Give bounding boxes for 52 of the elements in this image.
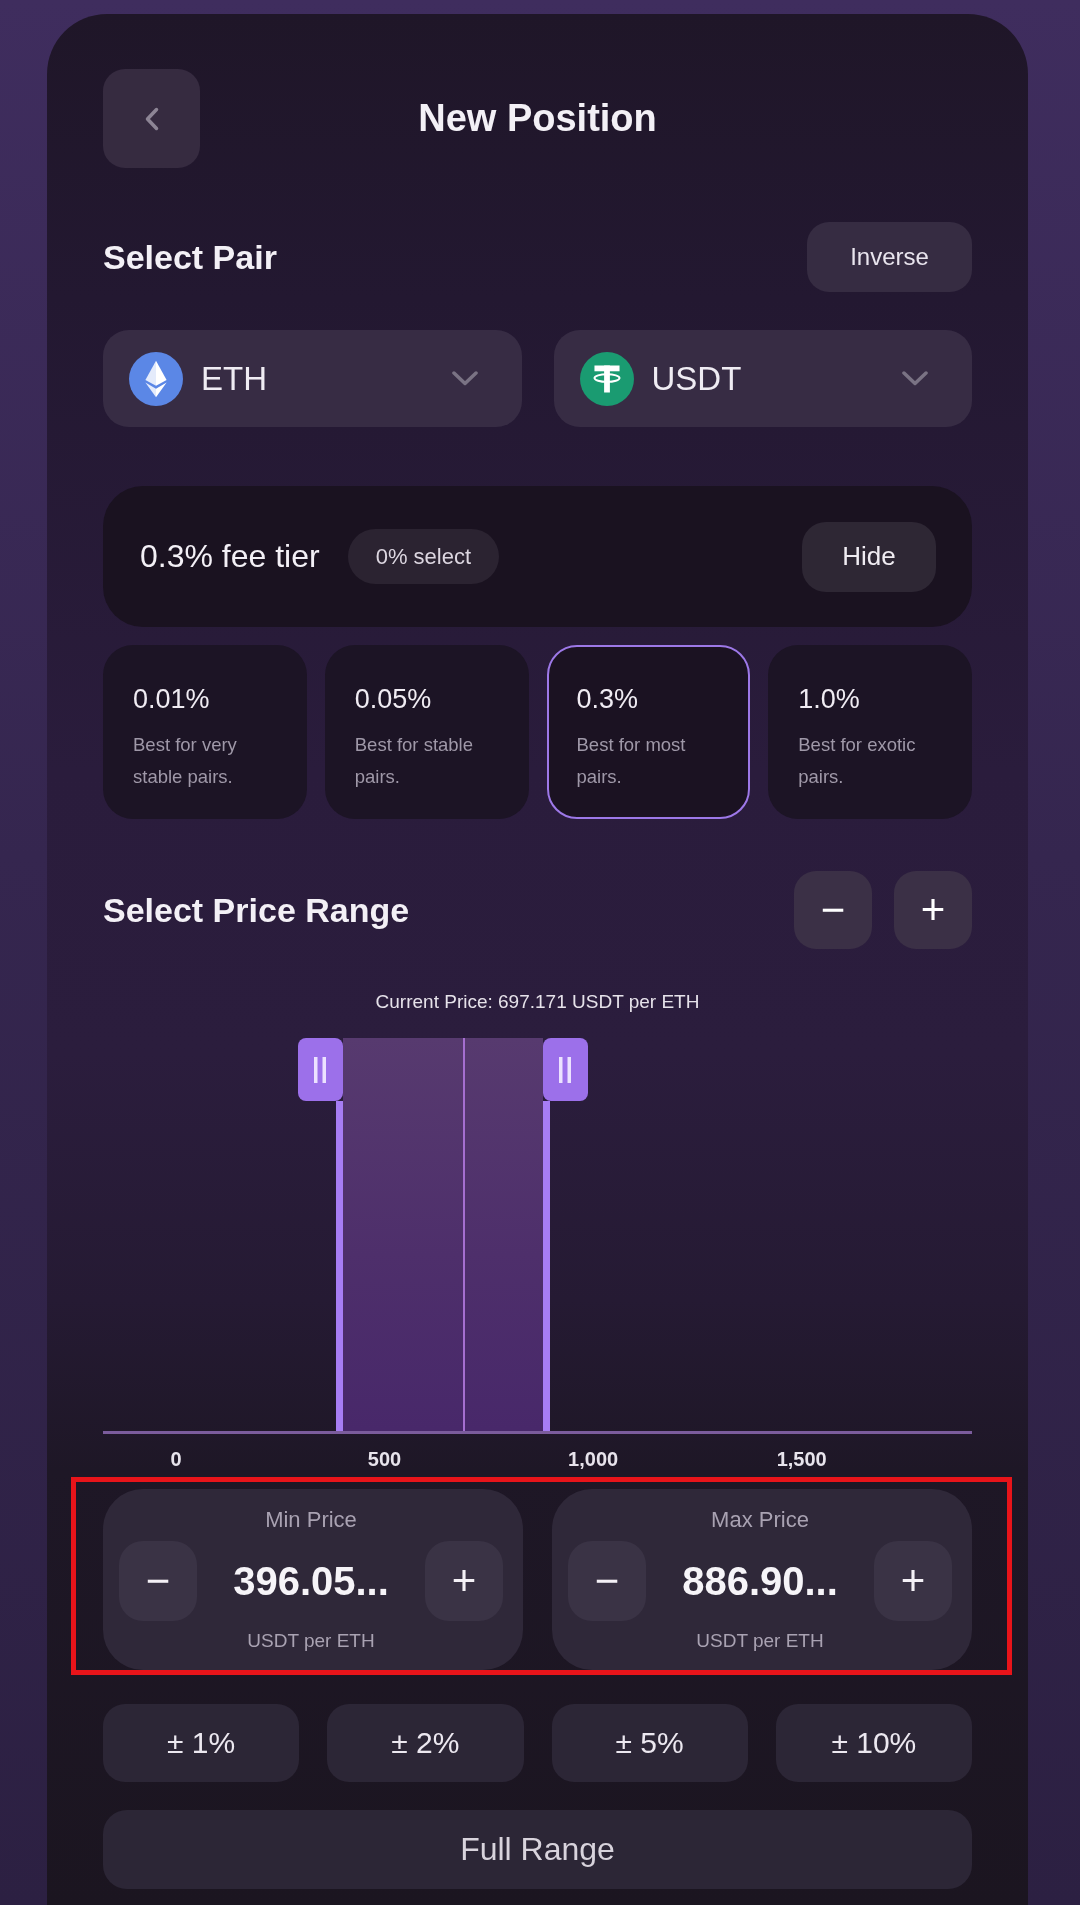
range-preset-button[interactable]: ± 2% (327, 1704, 524, 1782)
inverse-button[interactable]: Inverse (807, 222, 972, 292)
fee-percent: 0.05% (354, 683, 433, 715)
fee-description: Best for exotic pairs. (798, 733, 917, 789)
selection-badge: 0% select (347, 529, 500, 584)
increase-button[interactable]: + (874, 1541, 952, 1621)
price-label: Max Price (711, 1507, 809, 1533)
range-preset-button[interactable]: ± 10% (775, 1704, 972, 1782)
current-price-label: Current Price: 697.171 USDT per ETH (374, 990, 701, 1014)
fee-percent: 0.01% (133, 683, 211, 715)
fee-description: Best for most pairs. (576, 733, 687, 789)
range-preset-button[interactable]: ± 1% (103, 1704, 300, 1782)
decrease-button[interactable]: − (568, 1541, 646, 1621)
min-price-handle[interactable] (297, 1038, 343, 1101)
full-range-button[interactable]: Full Range (103, 1810, 972, 1889)
token-select[interactable]: ETH (103, 330, 522, 427)
fee-tier-option[interactable]: 0.05% Best for stable pairs. (324, 645, 529, 819)
price-label: Min Price (265, 1507, 357, 1533)
hide-button[interactable]: Hide (802, 521, 936, 592)
axis-label: 500 (367, 1447, 402, 1472)
increase-button[interactable]: + (425, 1541, 503, 1621)
price-input[interactable]: 396.05... (233, 1558, 389, 1604)
zoom-in-button[interactable]: + (894, 871, 972, 949)
price-input[interactable]: 886.90... (682, 1558, 838, 1604)
token-select[interactable]: USDT (553, 330, 972, 427)
fee-percent: 1.0% (798, 683, 861, 715)
grip-icon (559, 1056, 572, 1083)
fee-description: Best for very stable pairs. (133, 733, 238, 789)
decrease-button[interactable]: − (119, 1541, 197, 1621)
price-unit: USDT per ETH (696, 1630, 824, 1652)
price-unit: USDT per ETH (247, 1630, 375, 1652)
fee-tier-option[interactable]: 0.01% Best for very stable pairs. (103, 645, 307, 819)
chevron-left-icon (144, 106, 159, 131)
page-title: New Position (417, 97, 658, 140)
fee-tier-option[interactable]: 0.3% Best for most pairs. (546, 645, 751, 819)
fee-tier-option[interactable]: 1.0% Best for exotic pairs. (768, 645, 972, 819)
usdt-logo-icon (579, 351, 634, 406)
max-price-handle[interactable] (542, 1038, 588, 1101)
fee-percent: 0.3% (576, 683, 640, 715)
axis-label: 0 (170, 1447, 182, 1472)
section-title: Select Pair (103, 237, 277, 277)
fee-tier-label: 0.3% fee tier (140, 538, 320, 575)
grip-icon (314, 1056, 327, 1083)
axis-label: 1,000 (568, 1447, 619, 1472)
section-title: Select Price Range (103, 890, 410, 930)
fee-description: Best for stable pairs. (354, 733, 474, 789)
chevron-down-icon (451, 371, 478, 386)
chevron-down-icon (902, 371, 928, 386)
eth-logo-icon (129, 351, 183, 406)
axis-label: 1,500 (776, 1447, 827, 1472)
range-preset-button[interactable]: ± 5% (551, 1704, 748, 1782)
zoom-out-button[interactable]: − (794, 871, 872, 949)
